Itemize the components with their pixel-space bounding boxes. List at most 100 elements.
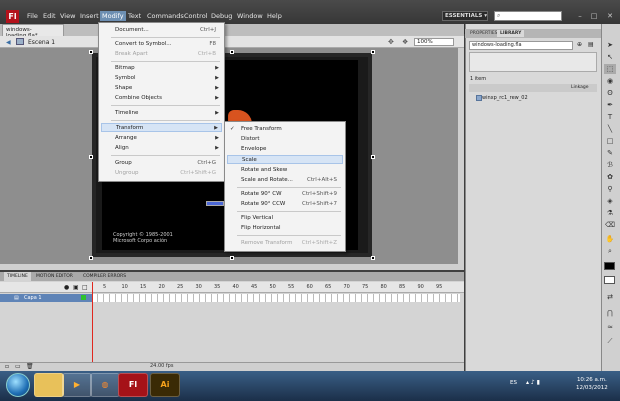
- menu-control[interactable]: Control: [184, 12, 208, 20]
- edit-scene-icon[interactable]: ✥: [388, 38, 394, 46]
- frame-cells[interactable]: [92, 294, 460, 302]
- menu-item-shape[interactable]: Shape ▶: [101, 84, 222, 93]
- workspace-switcher[interactable]: ESSENTIALS ▾: [442, 11, 488, 21]
- document-tab[interactable]: windows-loading.fla*: [2, 24, 64, 39]
- eyedropper-tool-icon[interactable]: ⚗: [604, 208, 616, 218]
- transform-handle[interactable]: [230, 256, 234, 260]
- firefox-taskbar-icon[interactable]: ◍: [90, 373, 120, 397]
- menu-item-rotate-ccw[interactable]: Rotate 90° CCW Ctrl+Shift+7: [227, 200, 343, 209]
- media-player-taskbar-icon[interactable]: ▶: [62, 373, 92, 397]
- menu-item-flip-horizontal[interactable]: Flip Horizontal: [227, 224, 343, 233]
- deco-tool-icon[interactable]: ✿: [604, 172, 616, 182]
- menu-window[interactable]: Window: [237, 12, 263, 20]
- system-clock[interactable]: 10:26 a.m. 12/03/2012: [576, 376, 608, 392]
- brush-tool-icon[interactable]: ℬ: [604, 160, 616, 170]
- menu-item-group[interactable]: Group Ctrl+G: [101, 159, 222, 168]
- library-item[interactable]: winxp_rc1_rew_02: [470, 94, 596, 102]
- lasso-tool-icon[interactable]: ʘ: [604, 88, 616, 98]
- tray-icons[interactable]: ▴ ♪ ▮: [526, 379, 540, 386]
- start-button-icon[interactable]: [6, 373, 30, 397]
- transform-handle[interactable]: [89, 50, 93, 54]
- library-document-select[interactable]: windows-loading.fla: [469, 41, 573, 50]
- outline-icon[interactable]: □: [82, 284, 88, 291]
- menu-item-align[interactable]: Align ▶: [101, 144, 222, 153]
- close-icon[interactable]: ✕: [605, 12, 615, 20]
- transform-handle[interactable]: [371, 256, 375, 260]
- subselection-tool-icon[interactable]: ↖: [604, 52, 616, 62]
- menu-item-combine-objects[interactable]: Combine Objects ▶: [101, 94, 222, 103]
- stage-horizontal-scrollbar[interactable]: [0, 264, 458, 270]
- layer-name[interactable]: Capa 1: [24, 295, 42, 301]
- new-folder-icon[interactable]: ▭: [15, 363, 21, 370]
- tab-properties[interactable]: PROPERTIES: [467, 30, 501, 37]
- layer-color-swatch[interactable]: [81, 295, 86, 300]
- stage-vertical-scrollbar[interactable]: [458, 48, 464, 270]
- menu-edit[interactable]: Edit: [43, 12, 56, 20]
- tab-library[interactable]: LIBRARY: [497, 30, 525, 37]
- menu-item-bitmap[interactable]: Bitmap ▶: [101, 64, 222, 73]
- menu-item-flip-vertical[interactable]: Flip Vertical: [227, 214, 343, 223]
- text-tool-icon[interactable]: T: [604, 112, 616, 122]
- tab-motion-editor[interactable]: MOTION EDITOR: [33, 272, 76, 281]
- frame-rate-label[interactable]: 24.00 fps: [150, 363, 173, 369]
- line-tool-icon[interactable]: ╲: [604, 124, 616, 134]
- edit-symbol-icon[interactable]: ❖: [402, 38, 408, 46]
- fill-color-swatch[interactable]: [604, 276, 615, 284]
- zoom-tool-icon[interactable]: ⌕: [604, 246, 616, 256]
- new-library-icon[interactable]: ▤: [588, 41, 594, 48]
- explorer-taskbar-icon[interactable]: [34, 373, 64, 397]
- zoom-select[interactable]: 100%: [414, 38, 454, 46]
- menu-item-rotate-and-skew[interactable]: Rotate and Skew: [227, 166, 343, 175]
- free-transform-tool-icon[interactable]: ⬚: [604, 64, 616, 74]
- flash-taskbar-button[interactable]: Fl: [118, 373, 148, 397]
- menu-item-envelope[interactable]: Envelope: [227, 145, 343, 154]
- menu-help[interactable]: Help: [267, 12, 282, 20]
- back-arrow-icon[interactable]: ◀: [6, 39, 11, 46]
- maximize-icon[interactable]: □: [589, 12, 599, 20]
- pen-tool-icon[interactable]: ✒: [604, 100, 616, 110]
- menu-item-symbol[interactable]: Symbol ▶: [101, 74, 222, 83]
- menu-item-convert-to-symbol[interactable]: Convert to Symbol... F8: [101, 40, 222, 49]
- menu-item-scale[interactable]: Scale: [227, 155, 343, 164]
- tab-compiler-errors[interactable]: COMPILER ERRORS: [80, 272, 129, 281]
- playhead[interactable]: [92, 282, 93, 366]
- selection-tool-icon[interactable]: ➤: [604, 40, 616, 50]
- transform-handle[interactable]: [89, 256, 93, 260]
- snap-magnet-icon[interactable]: ⋂: [604, 308, 616, 318]
- swap-colors-icon[interactable]: ⇄: [604, 292, 616, 302]
- tab-timeline[interactable]: TIMELINE: [4, 272, 31, 281]
- menu-item-free-transform[interactable]: ✓ Free Transform: [227, 125, 343, 134]
- menu-view[interactable]: View: [60, 12, 75, 20]
- menu-debug[interactable]: Debug: [211, 12, 232, 20]
- menu-item-scale-and-rotate[interactable]: Scale and Rotate... Ctrl+Alt+S: [227, 176, 343, 185]
- transform-handle[interactable]: [230, 50, 234, 54]
- hand-tool-icon[interactable]: ✋: [604, 234, 616, 244]
- lock-icon[interactable]: ▣: [73, 284, 79, 291]
- minimize-icon[interactable]: –: [575, 12, 585, 20]
- straighten-icon[interactable]: ⟋: [604, 336, 616, 346]
- menu-commands[interactable]: Commands: [147, 12, 184, 20]
- eraser-tool-icon[interactable]: ⌫: [604, 220, 616, 230]
- menu-item-arrange[interactable]: Arrange ▶: [101, 134, 222, 143]
- transform-handle[interactable]: [371, 50, 375, 54]
- smooth-icon[interactable]: ≈: [604, 322, 616, 332]
- transform-handle[interactable]: [89, 155, 93, 159]
- menu-insert[interactable]: Insert: [80, 12, 99, 20]
- bone-tool-icon[interactable]: ⚲: [604, 184, 616, 194]
- language-indicator[interactable]: ES: [510, 380, 517, 386]
- pencil-tool-icon[interactable]: ✎: [604, 148, 616, 158]
- menu-text[interactable]: Text: [128, 12, 141, 20]
- rectangle-tool-icon[interactable]: □: [604, 136, 616, 146]
- new-layer-icon[interactable]: ▫: [5, 363, 9, 370]
- menu-item-transform[interactable]: Transform ▶: [101, 123, 222, 132]
- loading-bar-graphic[interactable]: [206, 201, 224, 206]
- stroke-color-swatch[interactable]: [604, 262, 615, 270]
- transform-handle[interactable]: [371, 155, 375, 159]
- delete-layer-icon[interactable]: 🗑: [26, 363, 34, 370]
- eye-icon[interactable]: ●: [64, 284, 69, 291]
- menu-modify[interactable]: Modify: [100, 11, 126, 21]
- pin-icon[interactable]: ⊕: [577, 41, 582, 48]
- menu-item-timeline[interactable]: Timeline ▶: [101, 109, 222, 118]
- menu-file[interactable]: File: [27, 12, 38, 20]
- help-search-input[interactable]: [494, 11, 562, 21]
